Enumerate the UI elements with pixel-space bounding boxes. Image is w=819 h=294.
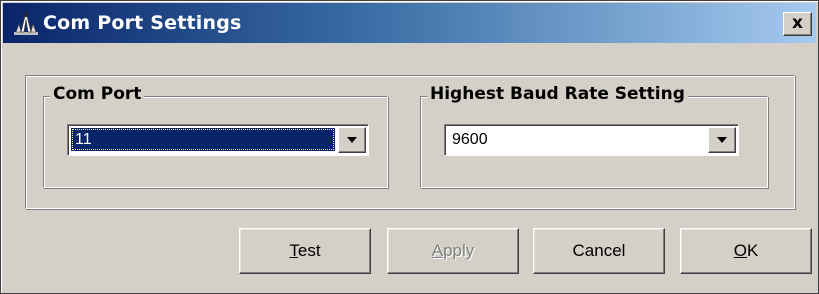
cancel-button[interactable]: Cancel: [533, 228, 665, 274]
com-port-dropdown-button[interactable]: [338, 127, 366, 153]
baud-rate-legend: Highest Baud Rate Setting: [427, 84, 688, 104]
close-button[interactable]: x: [783, 12, 812, 36]
apply-mnemonic: A: [431, 241, 444, 260]
ok-button[interactable]: OK: [680, 228, 812, 274]
apply-button[interactable]: Apply: [387, 228, 519, 274]
chevron-down-icon: [347, 137, 357, 143]
dialog-window: Com Port Settings x Com Port 11 Highest …: [0, 0, 819, 294]
window-title: Com Port Settings: [43, 12, 242, 34]
baud-rate-dropdown-button[interactable]: [708, 127, 736, 153]
baud-rate-select[interactable]: 9600: [444, 124, 739, 156]
test-mnemonic: T: [289, 241, 298, 260]
com-port-legend: Com Port: [50, 84, 145, 104]
test-label-rest: est: [297, 241, 321, 260]
apply-label-rest: pply: [443, 241, 475, 260]
antenna-tower-icon: [13, 10, 39, 36]
chevron-down-icon: [717, 137, 727, 143]
com-port-select[interactable]: 11: [67, 124, 369, 156]
com-port-selected-value: 11: [71, 128, 335, 151]
ok-label-rest: K: [746, 241, 759, 260]
baud-rate-selected-value: 9600: [452, 131, 488, 148]
title-bar[interactable]: Com Port Settings x: [3, 3, 816, 43]
ok-mnemonic: O: [733, 241, 747, 260]
test-button[interactable]: Test: [239, 228, 371, 274]
